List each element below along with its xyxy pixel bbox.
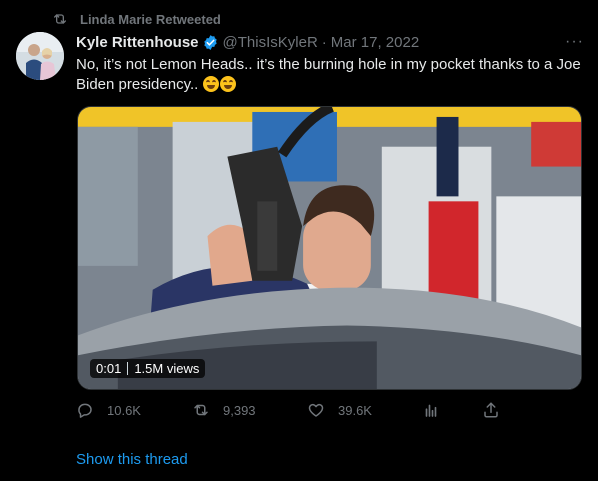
separator-dot: · [321, 34, 327, 51]
share-icon [484, 402, 498, 418]
verified-badge-icon[interactable] [202, 34, 219, 51]
retweet-label: Linda Marie Retweeted [80, 11, 221, 27]
heart-icon [308, 403, 324, 417]
video-stats: 0:01 1.5M views [90, 359, 206, 378]
tweet-date[interactable]: Mar 17, 2022 [331, 34, 419, 51]
video-frame [78, 107, 581, 389]
analytics-icon [425, 404, 437, 417]
analytics-button[interactable] [422, 401, 453, 419]
reply-count: 10.6K [107, 402, 141, 418]
tweet-text: No, it’s not Lemon Heads.. it’s the burn… [76, 55, 586, 95]
more-options-icon[interactable]: ··· [565, 33, 584, 51]
reply-button[interactable]: 10.6K [76, 401, 141, 419]
video-duration: 0:01 [96, 361, 122, 376]
video-stats-divider [127, 362, 129, 375]
tweet-actions: 10.6K 9,393 39.6K [76, 401, 506, 423]
show-thread-link[interactable]: Show this thread [76, 451, 188, 468]
video-views: 1.5M views [134, 361, 200, 376]
reply-icon [78, 403, 92, 418]
laughing-tears-emoji-icon [220, 76, 237, 92]
share-button[interactable] [482, 401, 513, 419]
retweet-button[interactable]: 9,393 [192, 401, 256, 419]
laughing-tears-emoji-icon [203, 76, 220, 92]
tweet[interactable]: Linda Marie Retweeted Kyle Rittenhouse @… [0, 0, 598, 481]
author-name[interactable]: Kyle Rittenhouse [76, 34, 199, 51]
retweet-icon [194, 404, 208, 416]
like-count: 39.6K [338, 402, 372, 418]
tweet-text-content: No, it’s not Lemon Heads.. it’s the burn… [76, 56, 581, 93]
retweet-icon [54, 14, 66, 24]
retweet-context[interactable]: Linda Marie Retweeted [52, 11, 221, 27]
video-player[interactable]: 0:01 1.5M views [77, 106, 582, 390]
retweet-count: 9,393 [223, 402, 256, 418]
tweet-header: Kyle Rittenhouse @ThisIsKyleR · Mar 17, … [76, 34, 586, 51]
avatar-image [16, 32, 64, 80]
author-handle[interactable]: @ThisIsKyleR [223, 34, 318, 51]
like-button[interactable]: 39.6K [307, 401, 372, 419]
avatar[interactable] [16, 32, 64, 80]
